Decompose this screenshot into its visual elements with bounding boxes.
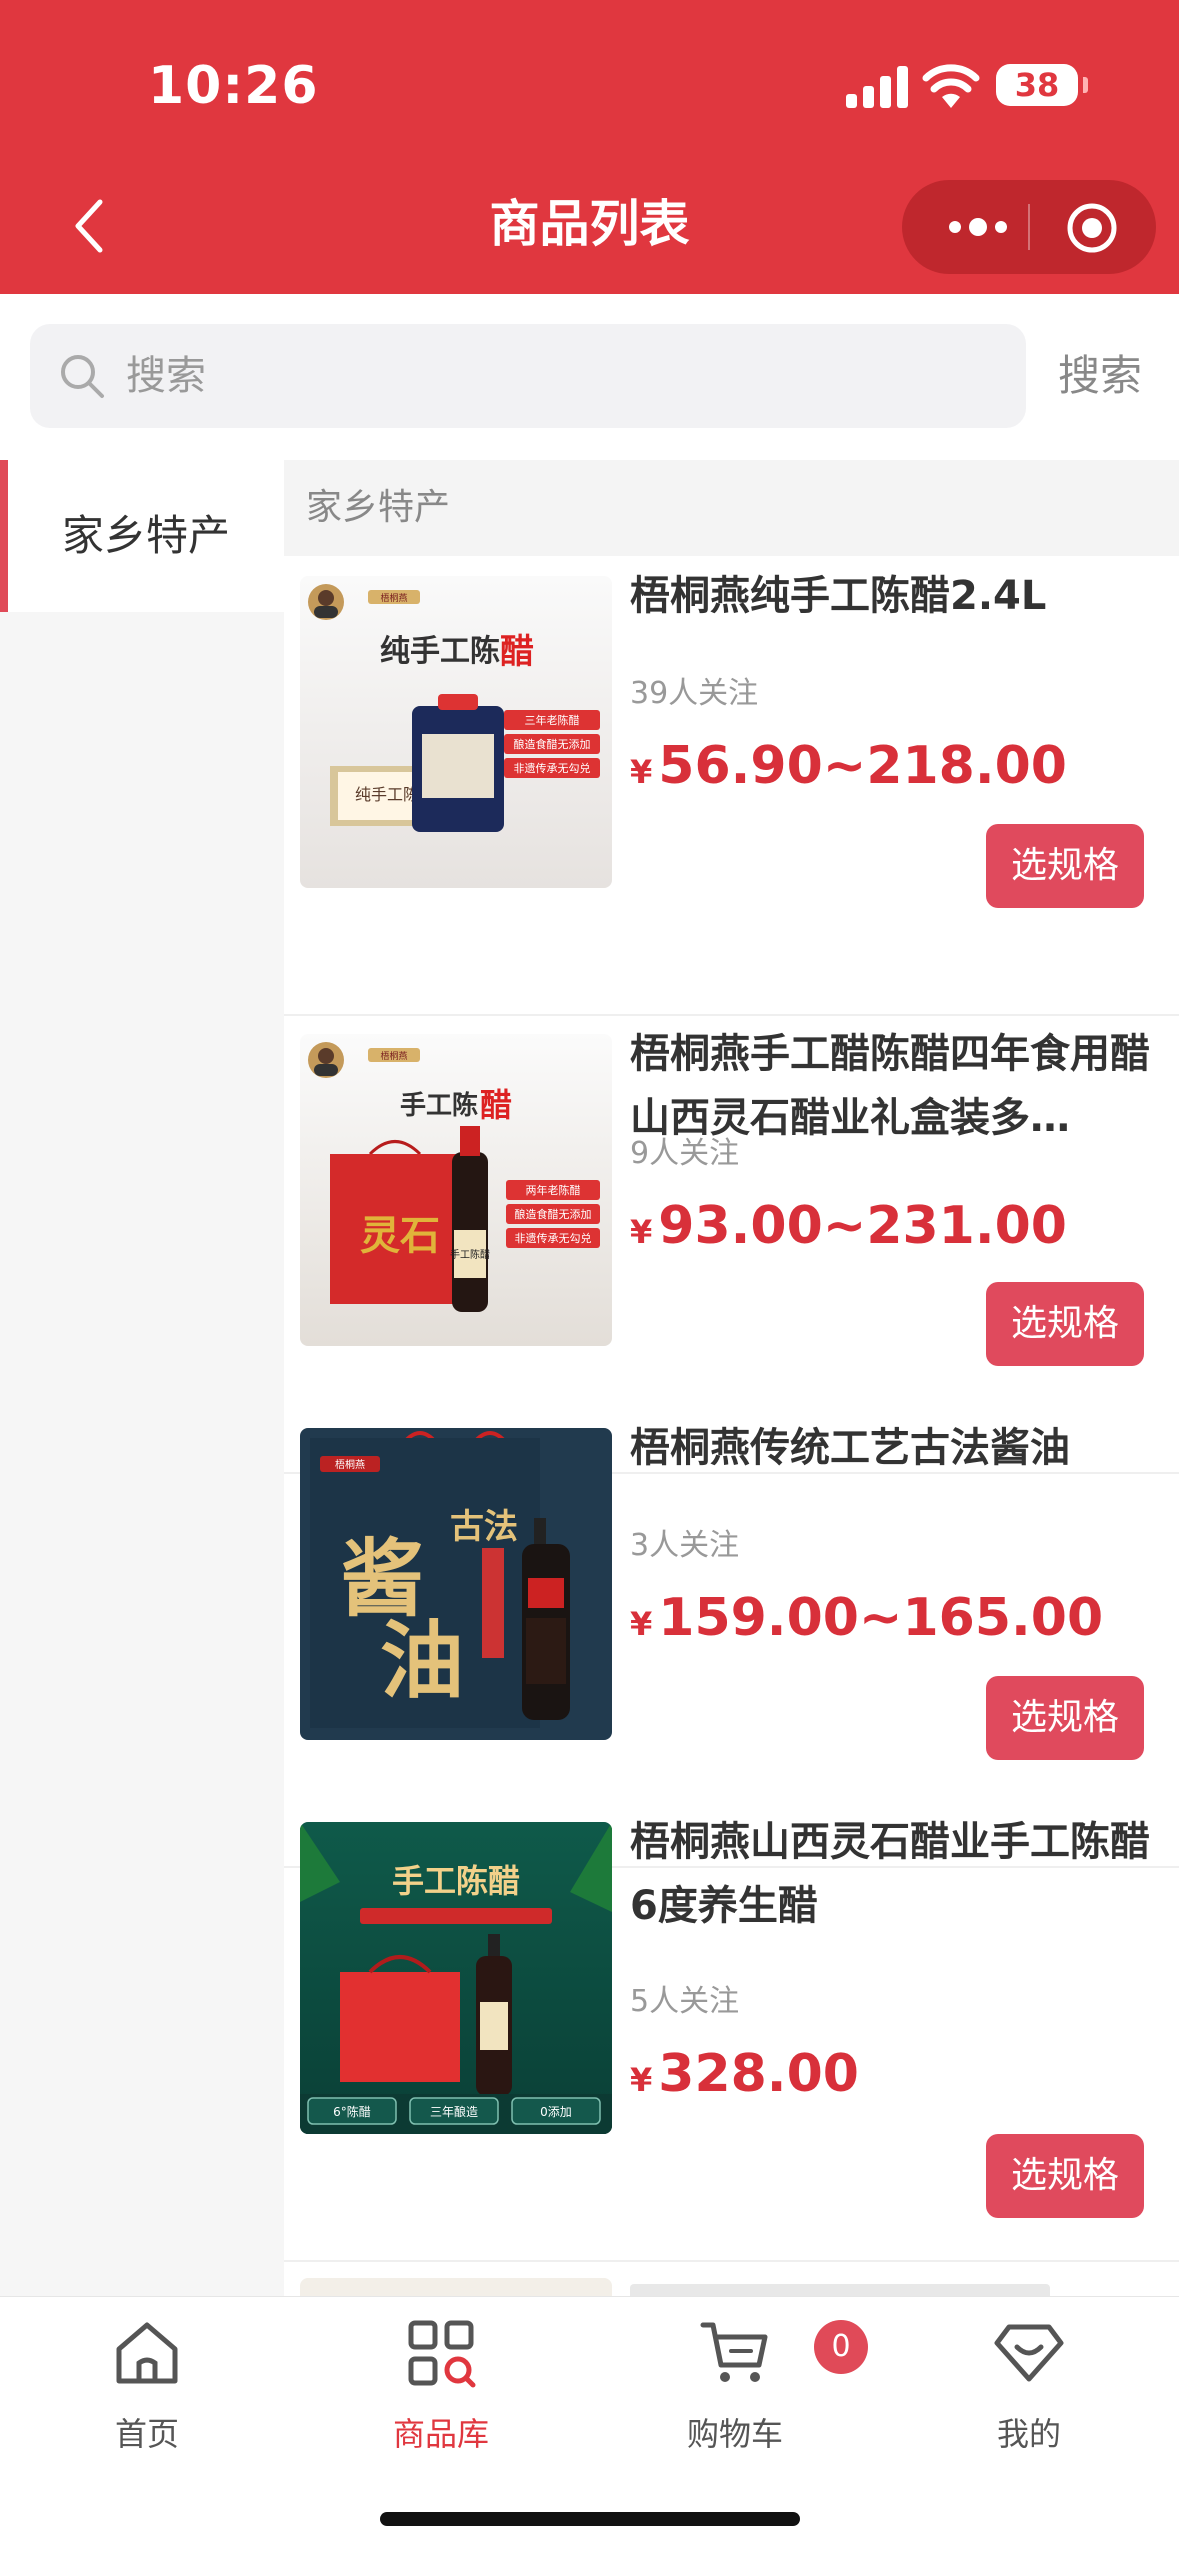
thumb-brand: 梧桐燕 [380,1050,407,1062]
more-icon[interactable] [930,180,1026,274]
category-header: 家乡特产 [284,460,1179,556]
thumb-tag: 三年老陈醋 [525,713,580,727]
select-spec-button[interactable]: 选规格 [986,1282,1144,1366]
thumb-headline: 纯手工陈 [380,634,500,669]
thumb-tag: 酿造食醋无添加 [515,1207,592,1221]
cart-icon [700,2322,768,2382]
product-library-icon [408,2320,476,2388]
wifi-icon [922,64,980,108]
category-sidebar: 家乡特产 [0,460,284,2296]
product-price: ¥328.00 [630,2044,859,2104]
product-followers: 9人关注 [630,1136,740,1171]
search-button[interactable]: 搜索 [1058,324,1142,428]
search-placeholder: 搜索 [126,353,206,399]
status-time: 10:26 [148,56,319,116]
product-image[interactable]: 手工陈醋 6°陈醋 三年酿造 0添加 [300,1822,612,2134]
thumb-tag: 6°陈醋 [333,2104,371,2119]
product-card[interactable]: 梧桐燕 纯手工陈 醋 纯手工陈醋 三年老陈醋 酿造食醋无添加 非遗传承无勾兑 梧… [284,558,1179,1016]
thumb-bag-text: 灵石 [360,1212,440,1259]
tab-label: 购物车 [686,2415,783,2453]
product-followers: 3人关注 [630,1528,740,1563]
home-indicator[interactable] [380,2512,800,2526]
currency-symbol: ¥ [630,1605,653,1643]
thumb-headline: 手工陈醋 [392,1862,520,1900]
select-spec-button[interactable]: 选规格 [986,824,1144,908]
select-spec-button[interactable]: 选规格 [986,2134,1144,2218]
thumb-tag: 0添加 [540,2105,572,2119]
thumb-tag: 三年酿造 [430,2104,478,2119]
product-price: ¥159.00~165.00 [630,1588,1103,1648]
search-icon [61,355,104,398]
sidebar-item-hometown-specialty[interactable]: 家乡特产 [0,460,284,612]
thumb-brand: 梧桐燕 [335,1458,365,1471]
product-image[interactable]: 梧桐燕 手工陈 醋 灵石 手工陈醋 两年老陈醋 酿造食醋无添加 非遗传承无勾兑 [300,1034,612,1346]
currency-symbol: ¥ [630,753,653,791]
price-value: 328.00 [658,2044,859,2104]
select-spec-button[interactable]: 选规格 [986,1676,1144,1760]
thumb-brand: 梧桐燕 [380,592,407,604]
currency-symbol: ¥ [630,1213,653,1251]
product-image[interactable]: 梧桐燕 古法 酱 油 [300,1428,612,1740]
price-value: 56.90~218.00 [658,736,1067,796]
tab-product-library[interactable]: 商品库 [294,2317,588,2467]
category-title: 家乡特产 [306,487,451,528]
close-target-icon[interactable] [1066,202,1118,254]
profile-icon [994,2324,1064,2382]
thumb-small-text: 古法 [450,1507,518,1547]
thumb-bottle-label: 手工陈醋 [450,1248,490,1261]
product-followers: 5人关注 [630,1984,740,2019]
capsule-divider [1028,204,1030,250]
price-value: 93.00~231.00 [658,1196,1067,1256]
product-card[interactable]: 手工陈醋 6°陈醋 三年酿造 0添加 梧桐燕山西灵石醋业手工陈醋6度养生醋 5人… [284,1804,1179,2262]
next-product-peek [284,2278,1179,2296]
battery-icon: 38 [996,64,1088,106]
thumb-tag: 两年老陈醋 [526,1183,581,1197]
tab-profile[interactable]: 我的 [882,2317,1176,2467]
signal-icon [846,66,908,108]
product-name[interactable]: 梧桐燕山西灵石醋业手工陈醋6度养生醋 [630,1810,1150,1938]
currency-symbol: ¥ [630,2061,653,2099]
tab-home[interactable]: 首页 [0,2317,294,2467]
product-price: ¥56.90~218.00 [630,736,1067,796]
header: 10:26 38 商品列表 [0,0,1179,294]
tab-label: 我的 [996,2415,1061,2453]
product-name[interactable]: 梧桐燕传统工艺古法酱油 [630,1416,1150,1480]
thumb-headline-accent: 醋 [480,1086,512,1124]
product-price: ¥93.00~231.00 [630,1196,1067,1256]
thumb-tag: 酿造食醋无添加 [514,737,591,751]
thumb-big-text: 油 [380,1611,464,1710]
divider [284,2260,1179,2262]
mini-program-capsule [902,180,1156,274]
product-card[interactable]: 梧桐燕 古法 酱 油 梧桐燕传统工艺古法酱油 3人关注 ¥159.00~165.… [284,1410,1179,1868]
product-card[interactable]: 梧桐燕 手工陈 醋 灵石 手工陈醋 两年老陈醋 酿造食醋无添加 非遗传承无勾兑 … [284,1016,1179,1474]
sidebar-item-label: 家乡特产 [62,511,231,560]
home-icon [116,2322,178,2384]
thumb-headline: 手工陈 [400,1090,478,1121]
product-image[interactable]: 梧桐燕 纯手工陈 醋 纯手工陈醋 三年老陈醋 酿造食醋无添加 非遗传承无勾兑 [300,576,612,888]
tab-label: 商品库 [392,2415,489,2453]
thumb-tag: 非遗传承无勾兑 [515,1231,592,1245]
product-followers: 39人关注 [630,676,759,711]
cart-count-badge: 0 [814,2320,868,2374]
search-input[interactable]: 搜索 [30,324,1026,428]
battery-level: 38 [1014,66,1060,104]
thumb-headline-accent: 醋 [500,632,534,672]
tab-label: 首页 [114,2415,179,2453]
product-name[interactable]: 梧桐燕纯手工陈醋2.4L [630,564,1150,628]
thumb-tag: 非遗传承无勾兑 [514,761,591,775]
price-value: 159.00~165.00 [658,1588,1104,1648]
